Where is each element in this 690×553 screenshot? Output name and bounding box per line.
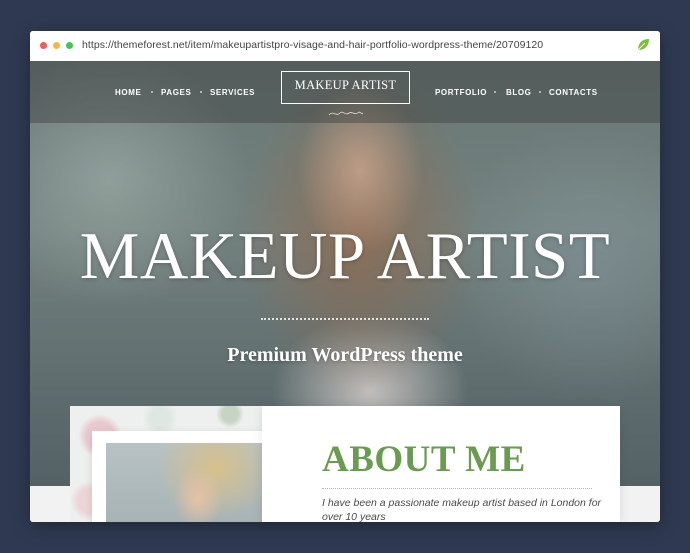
nav-item-portfolio[interactable]: PORTFOLIO [435,88,487,97]
browser-window: https://themeforest.net/item/makeupartis… [30,31,660,522]
nav-item-services[interactable]: SERVICES [210,88,255,97]
nav-separator [200,91,202,93]
browser-address-bar: https://themeforest.net/item/makeupartis… [30,31,660,62]
nav-separator [539,91,541,93]
close-window-button[interactable] [40,42,47,49]
hero-title: MAKEUP ARTIST [79,219,611,293]
leaf-icon[interactable] [636,38,650,52]
about-divider [322,488,592,489]
nav-separator [494,91,496,93]
url-field[interactable]: https://themeforest.net/item/makeupartis… [82,39,543,51]
logo-signature-graphic [328,111,364,116]
minimize-window-button[interactable] [53,42,60,49]
nav-separator [151,91,153,93]
logo-text: MAKEUP ARTIST [294,78,397,92]
nav-item-blog[interactable]: BLOG [506,88,532,97]
about-text: I have been a passionate makeup artist b… [322,497,602,522]
about-heading: ABOUT ME [322,439,526,480]
website-content: HOME PAGES SERVICES MAKEUP ARTIST PORTFO… [30,61,660,522]
maximize-window-button[interactable] [66,42,73,49]
about-photo [106,443,286,522]
hero-subtitle: Premium WordPress theme [227,344,463,366]
nav-item-home[interactable]: HOME [115,88,141,97]
nav-item-pages[interactable]: PAGES [161,88,191,97]
hero-divider [261,318,429,320]
nav-item-contacts[interactable]: CONTACTS [549,88,598,97]
main-navigation: HOME PAGES SERVICES MAKEUP ARTIST PORTFO… [30,61,660,123]
about-section: ABOUT ME I have been a passionate makeup… [262,406,620,522]
site-logo[interactable]: MAKEUP ARTIST [281,71,410,104]
